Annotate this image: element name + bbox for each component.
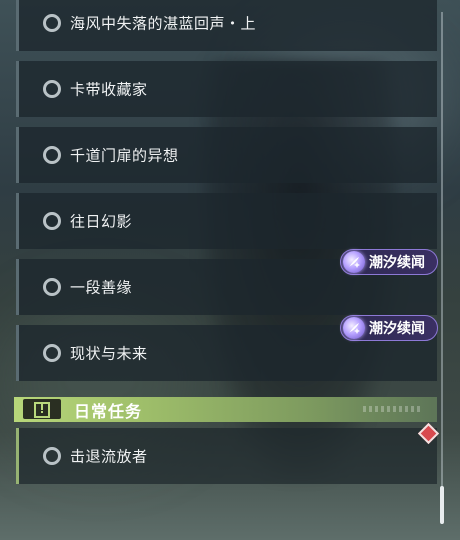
quest-title: 海风中失落的湛蓝回声・上 bbox=[70, 14, 257, 33]
quest-title: 击退流放者 bbox=[70, 447, 148, 466]
daily-quests-header[interactable]: 日常任务 bbox=[14, 397, 437, 422]
quest-status-circle-icon bbox=[43, 80, 61, 98]
decorative-pattern bbox=[363, 406, 423, 412]
quest-item[interactable]: 击退流放者 bbox=[16, 428, 437, 484]
quest-status-circle-icon bbox=[43, 146, 61, 164]
quest-status-circle-icon bbox=[43, 278, 61, 296]
quest-title: 千道门扉的异想 bbox=[70, 146, 179, 165]
quest-item[interactable]: 千道门扉的异想 bbox=[16, 127, 437, 183]
feather-sparkle-icon bbox=[343, 251, 365, 273]
quest-title: 往日幻影 bbox=[70, 212, 133, 231]
quest-status-circle-icon bbox=[43, 14, 61, 32]
quest-category-badge: 潮汐续闻 bbox=[340, 315, 438, 341]
section-title: 日常任务 bbox=[74, 401, 143, 421]
quest-item[interactable]: 往日幻影 bbox=[16, 193, 437, 249]
quest-list: 海风中失落的湛蓝回声・上 卡带收藏家 千道门扉的异想 往日幻影 一段善缘 现状与… bbox=[0, 0, 460, 540]
scrollbar-thumb[interactable] bbox=[440, 486, 444, 524]
quest-status-circle-icon bbox=[43, 344, 61, 362]
quest-item[interactable]: 卡带收藏家 bbox=[16, 61, 437, 117]
quest-status-circle-icon bbox=[43, 447, 61, 465]
scrollbar-track[interactable] bbox=[441, 12, 443, 524]
quest-item[interactable]: 海风中失落的湛蓝回声・上 bbox=[16, 0, 437, 51]
exclamation-icon bbox=[23, 399, 61, 419]
quest-title: 卡带收藏家 bbox=[70, 80, 148, 99]
quest-category-badge: 潮汐续闻 bbox=[340, 249, 438, 275]
quest-category-label: 潮汐续闻 bbox=[369, 255, 425, 271]
quest-title: 一段善缘 bbox=[70, 278, 133, 297]
quest-category-label: 潮汐续闻 bbox=[369, 321, 425, 337]
quest-title: 现状与未来 bbox=[70, 344, 148, 363]
feather-sparkle-icon bbox=[343, 317, 365, 339]
quest-status-circle-icon bbox=[43, 212, 61, 230]
